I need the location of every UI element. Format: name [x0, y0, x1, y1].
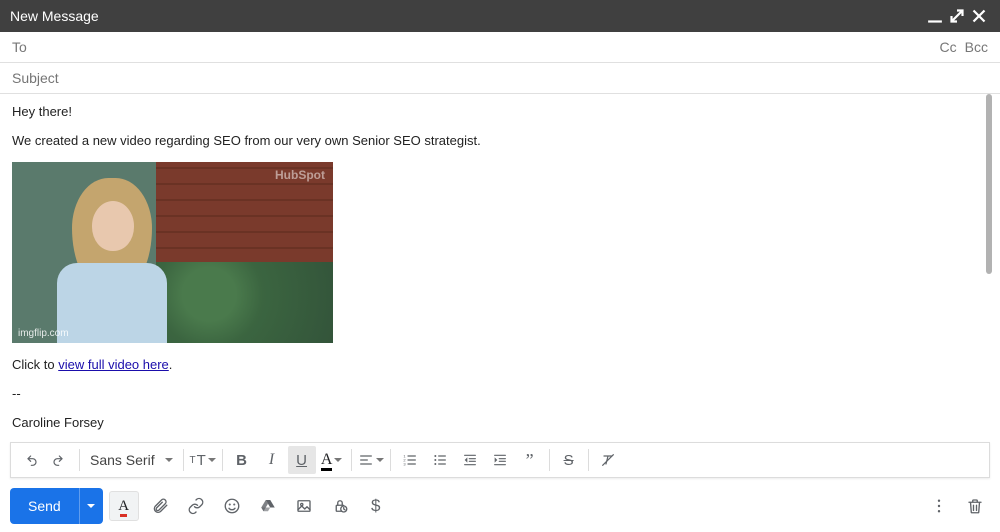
thumbnail-watermark-top: HubSpot: [275, 168, 325, 182]
body-line1: We created a new video regarding SEO fro…: [12, 133, 980, 148]
indent-more-button[interactable]: [486, 446, 514, 474]
insert-money-button[interactable]: $: [361, 491, 391, 521]
view-full-video-link[interactable]: view full video here: [58, 357, 169, 372]
insert-emoji-button[interactable]: [217, 491, 247, 521]
svg-text:3: 3: [403, 461, 406, 466]
caret-down-icon: [165, 458, 173, 462]
attach-file-button[interactable]: [145, 491, 175, 521]
quote-button[interactable]: ”: [516, 446, 544, 474]
thumbnail-watermark-bottom: imgflip.com: [18, 328, 69, 339]
indent-less-button[interactable]: [456, 446, 484, 474]
signature-separator: --: [12, 386, 980, 401]
close-button[interactable]: [968, 5, 990, 27]
body-cta: Click to view full video here.: [12, 357, 980, 372]
caret-down-icon: [334, 458, 342, 462]
body-greeting: Hey there!: [12, 104, 980, 119]
signature-name: Caroline Forsey: [12, 415, 980, 430]
insert-link-button[interactable]: [181, 491, 211, 521]
caret-down-icon: [208, 458, 216, 462]
bcc-button[interactable]: Bcc: [965, 39, 988, 55]
send-options-button[interactable]: [79, 488, 103, 524]
formatting-toolbar: Sans Serif TT B I U A 123 ” S: [10, 442, 990, 478]
bold-button[interactable]: B: [228, 446, 256, 474]
font-family-select[interactable]: Sans Serif: [84, 452, 179, 468]
cc-button[interactable]: Cc: [940, 39, 957, 55]
scrollbar[interactable]: [986, 94, 992, 274]
align-button[interactable]: [357, 446, 385, 474]
to-label: To: [12, 39, 27, 55]
strikethrough-button[interactable]: S: [555, 446, 583, 474]
compose-bottom-bar: Send A $: [0, 484, 1000, 532]
underline-button[interactable]: U: [288, 446, 316, 474]
undo-button[interactable]: [16, 446, 44, 474]
subject-input[interactable]: [12, 70, 988, 86]
bulleted-list-button[interactable]: [426, 446, 454, 474]
send-button[interactable]: Send: [10, 488, 79, 524]
message-body[interactable]: Hey there! We created a new video regard…: [0, 94, 1000, 442]
minimize-button[interactable]: [924, 5, 946, 27]
insert-photo-button[interactable]: [289, 491, 319, 521]
caret-down-icon: [87, 504, 95, 508]
numbered-list-button[interactable]: 123: [396, 446, 424, 474]
text-color-button[interactable]: A: [318, 446, 346, 474]
recipients-row[interactable]: To Cc Bcc: [0, 32, 1000, 63]
more-options-button[interactable]: [924, 491, 954, 521]
video-thumbnail[interactable]: HubSpot imgflip.com: [12, 162, 333, 343]
popout-button[interactable]: [946, 5, 968, 27]
caret-down-icon: [376, 458, 384, 462]
insert-drive-button[interactable]: [253, 491, 283, 521]
compose-titlebar: New Message: [0, 0, 1000, 32]
confidential-mode-button[interactable]: [325, 491, 355, 521]
redo-button[interactable]: [46, 446, 74, 474]
remove-formatting-button[interactable]: [594, 446, 622, 474]
formatting-options-button[interactable]: A: [109, 491, 139, 521]
italic-button[interactable]: I: [258, 446, 286, 474]
compose-title: New Message: [10, 8, 99, 24]
discard-draft-button[interactable]: [960, 491, 990, 521]
to-input[interactable]: [35, 39, 932, 55]
font-size-button[interactable]: TT: [189, 446, 217, 474]
subject-row[interactable]: [0, 63, 1000, 94]
